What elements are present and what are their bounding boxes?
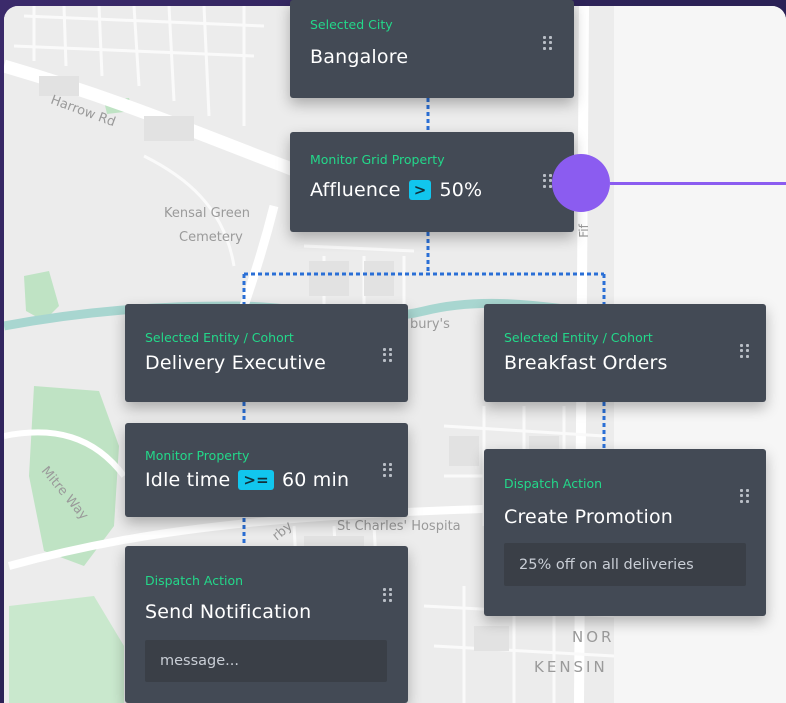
node-title: Breakfast Orders [504, 352, 668, 374]
output-wire [610, 182, 786, 185]
node-title: Delivery Executive [145, 352, 327, 374]
drag-handle-icon[interactable] [383, 463, 393, 477]
message-input[interactable]: message... [145, 640, 387, 682]
node-tag: Dispatch Action [145, 573, 244, 588]
operator-badge[interactable]: >= [238, 470, 274, 490]
drag-handle-icon[interactable] [543, 36, 553, 50]
node-monitor-property[interactable]: Monitor Property Idle time >= 60 min [125, 423, 408, 517]
drag-handle-icon[interactable] [383, 588, 393, 602]
map-label-cemetery: Cemetery [179, 230, 243, 245]
map-label-st-charles: St Charles' Hospita [337, 519, 461, 534]
node-selected-entity-left[interactable]: Selected Entity / Cohort Delivery Execut… [125, 304, 408, 402]
node-dispatch-action-left[interactable]: Dispatch Action Send Notification messag… [125, 546, 408, 703]
drag-handle-icon[interactable] [383, 348, 393, 362]
node-title: Send Notification [145, 601, 312, 623]
property-value: 60 min [281, 469, 350, 491]
node-tag: Monitor Property [145, 448, 250, 463]
node-selected-city[interactable]: Selected City Bangalore [290, 0, 574, 98]
node-monitor-grid-property[interactable]: Monitor Grid Property Affluence > 50% [290, 132, 574, 232]
node-dispatch-action-right[interactable]: Dispatch Action Create Promotion 25% off… [484, 449, 766, 616]
node-condition: Affluence > 50% [310, 179, 482, 201]
node-condition: Idle time >= 60 min [145, 469, 349, 491]
node-title: Bangalore [310, 46, 409, 68]
map-label-nor: NOR [572, 628, 614, 646]
map-label-kensin: KENSIN [534, 658, 608, 676]
node-tag: Selected City [310, 17, 393, 32]
property-value: 50% [439, 179, 483, 201]
map-label-burys: bury's [410, 317, 450, 332]
drag-handle-icon[interactable] [740, 489, 750, 503]
promotion-field[interactable]: 25% off on all deliveries [504, 543, 746, 586]
output-port-handle[interactable] [552, 154, 610, 212]
drag-handle-icon[interactable] [740, 344, 750, 358]
node-tag: Dispatch Action [504, 476, 603, 491]
node-selected-entity-right[interactable]: Selected Entity / Cohort Breakfast Order… [484, 304, 766, 402]
map-label-kensal-green: Kensal Green [164, 206, 250, 221]
operator-badge[interactable]: > [408, 180, 432, 200]
node-tag: Monitor Grid Property [310, 152, 445, 167]
node-tag: Selected Entity / Cohort [145, 330, 294, 345]
property-name: Idle time [145, 469, 231, 491]
node-tag: Selected Entity / Cohort [504, 330, 653, 345]
property-name: Affluence [310, 179, 401, 201]
map-label-fif: Fif [576, 224, 591, 238]
node-title: Create Promotion [504, 506, 674, 528]
